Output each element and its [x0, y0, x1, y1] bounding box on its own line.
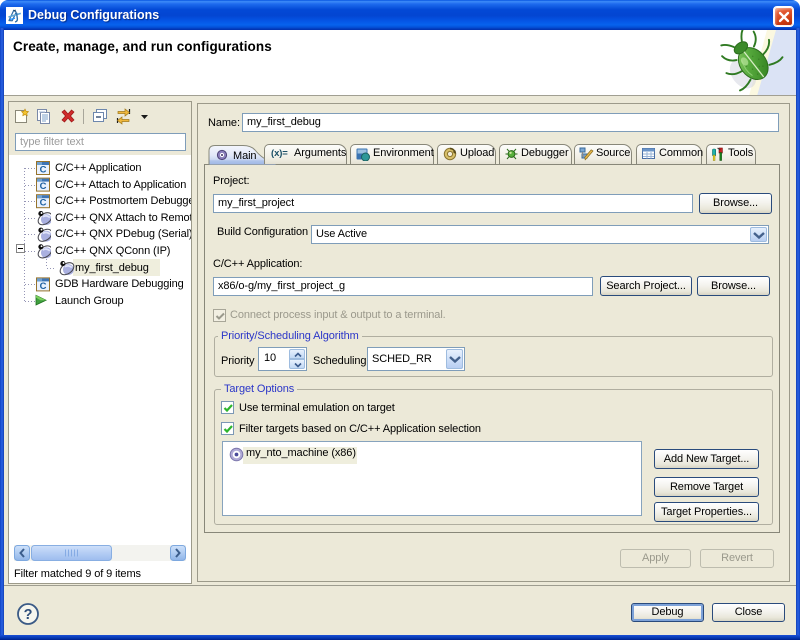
svg-text:?: ?: [24, 607, 33, 623]
svg-text:Main: Main: [233, 150, 256, 162]
